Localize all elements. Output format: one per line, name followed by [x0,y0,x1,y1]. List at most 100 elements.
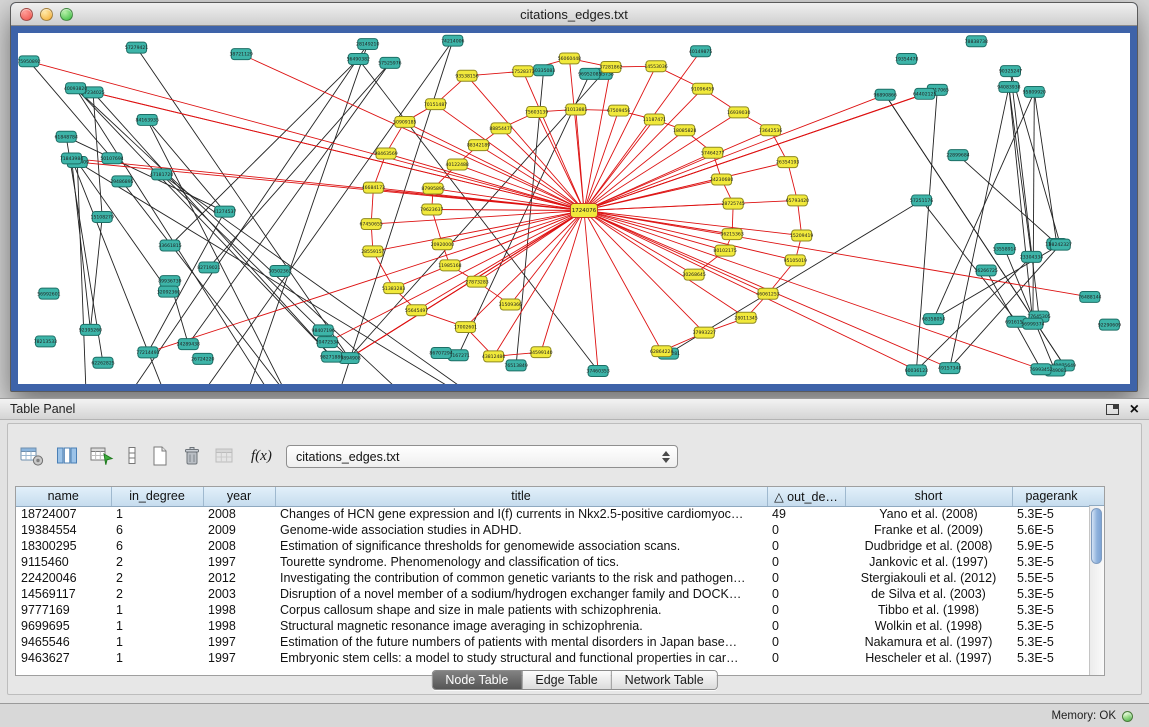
graph-edge[interactable] [916,90,937,371]
column-header-year[interactable]: year [203,487,275,506]
graph-node[interactable]: 30268645 [682,269,705,280]
graph-node[interactable]: 67509456 [607,105,630,116]
graph-edge[interactable] [584,153,713,211]
graph-node[interactable]: 40122488 [446,159,469,170]
cell-short[interactable]: Stergiakouli et al. (2012) [845,570,1012,586]
cell-year[interactable]: 1997 [203,554,275,570]
graph-node[interactable]: 88342189 [467,140,490,151]
table-source-select[interactable]: citations_edges.txt [286,445,678,468]
tab-node-table[interactable]: Node Table [432,671,521,689]
scrollbar-thumb[interactable] [1091,508,1102,564]
graph-node[interactable]: 56992601 [37,288,60,299]
cell-out_degree[interactable]: 49 [767,506,845,522]
graph-node[interactable]: 64402125 [913,88,936,99]
cell-pagerank[interactable]: 5.3E-5 [1012,586,1091,602]
graph-node[interactable]: 70151487 [424,99,447,110]
table-row[interactable]: 977716911998Corpus callosum shape and si… [16,602,1091,618]
cell-pagerank[interactable]: 5.3E-5 [1012,506,1091,522]
zoom-window-button[interactable] [60,8,73,21]
graph-node[interactable]: 98271886 [320,351,343,362]
graph-node[interactable]: 46684173 [362,182,385,193]
graph-node[interactable]: 37281862 [599,62,622,73]
graph-node[interactable]: 94083938 [997,81,1020,92]
minimize-window-button[interactable] [40,8,53,21]
graph-edge[interactable] [584,67,611,210]
table-row[interactable]: 946362711997Embryonic stem cells: a mode… [16,650,1091,666]
edit-table-icon[interactable] [90,445,114,467]
cell-out_degree[interactable]: 0 [767,618,845,634]
cell-year[interactable]: 1997 [203,650,275,666]
graph-node[interactable]: 29486895 [110,176,133,187]
window-titlebar[interactable]: citations_edges.txt [11,3,1137,26]
graph-node[interactable]: 56490382 [347,54,370,65]
graph-node[interactable]: 28011345 [734,312,757,323]
graph-node[interactable]: 96952085 [578,68,601,79]
row-tool-icon[interactable] [126,445,138,467]
cell-name[interactable]: 9115460 [16,554,111,570]
graph-node[interactable]: 75950892 [18,56,41,67]
graph-node[interactable]: 76993452 [1029,364,1052,375]
graph-node[interactable]: 17528373 [511,66,534,77]
graph-node[interactable]: 98407196 [312,325,335,336]
graph-edge[interactable] [432,209,584,210]
graph-node[interactable]: 23304334 [1020,251,1043,262]
new-file-icon[interactable] [150,445,170,467]
graph-edge[interactable] [1009,87,1032,257]
graph-node[interactable]: 11985168 [438,260,461,271]
cell-title[interactable]: Corpus callosum shape and size in male p… [275,602,767,618]
cell-name[interactable]: 22420046 [16,570,111,586]
graph-edge[interactable] [584,210,662,351]
cell-year[interactable]: 1998 [203,618,275,634]
graph-node[interactable]: 98463569 [374,148,397,159]
cell-out_degree[interactable]: 0 [767,570,845,586]
column-header-name[interactable]: name [16,487,111,506]
graph-node[interactable]: 30502363 [268,266,291,277]
graph-node[interactable]: 41274537 [213,206,236,217]
table-row[interactable]: 1938455462009Genome-wide association stu… [16,522,1091,538]
graph-node[interactable]: 16939030 [727,107,750,118]
cell-out_degree[interactable]: 0 [767,602,845,618]
table-row[interactable]: 911546021997Tourette syndrome. Phenomeno… [16,554,1091,570]
graph-node[interactable]: 55645497 [405,305,428,316]
graph-edge[interactable] [1033,92,1034,324]
close-panel-icon[interactable]: × [1130,402,1139,418]
cell-pagerank[interactable]: 5.3E-5 [1012,554,1091,570]
graph-node[interactable]: 37993227 [693,327,716,338]
graph-node[interactable]: 57525976 [378,57,401,68]
graph-node[interactable]: 36215363 [720,229,743,240]
graph-node[interactable]: 49157348 [938,363,961,374]
graph-node[interactable]: 40093820 [64,83,87,94]
graph-node[interactable]: 91096459 [691,83,714,94]
graph-node[interactable]: 74214006 [441,35,464,46]
cell-title[interactable]: Estimation of significance thresholds fo… [275,538,767,554]
graph-node[interactable]: 28559157 [361,246,384,257]
table-row[interactable]: 946554611997Estimation of the future num… [16,634,1091,650]
function-builder-icon[interactable]: f(x) [248,448,275,465]
graph-edge[interactable] [76,88,332,356]
graph-node[interactable]: 22899684 [946,150,969,161]
column-header-title[interactable]: title [275,487,767,506]
cell-short[interactable]: Dudbridge et al. (2008) [845,538,1012,554]
graph-node[interactable]: 27873283 [465,276,488,287]
column-header-pagerank[interactable]: pagerank [1012,487,1091,506]
graph-node[interactable]: 88854477 [489,123,512,134]
graph-edge[interactable] [950,245,1061,369]
graph-node[interactable]: 14553036 [644,61,667,72]
cell-in_degree[interactable]: 6 [111,538,203,554]
graph-node[interactable]: 77214493 [136,347,159,358]
graph-edge[interactable] [584,210,768,293]
cell-short[interactable]: Nakamura et al. (1997) [845,634,1012,650]
graph-edge[interactable] [371,210,584,224]
graph-edge[interactable] [77,162,88,384]
graph-node[interactable]: 86707294 [429,348,452,359]
graph-node[interactable]: 95809920 [1023,86,1046,97]
show-columns-icon[interactable] [56,445,78,467]
graph-node[interactable]: 87995896 [421,183,444,194]
graph-edge[interactable] [584,90,937,211]
graph-node[interactable]: 62864224 [650,346,673,357]
graph-node[interactable]: 50107694 [100,153,123,164]
graph-node[interactable]: 26724220 [191,353,214,364]
network-graph[interactable]: 7595089230502363471817208416393589936739… [18,33,1130,384]
graph-node[interactable]: 76513849 [504,360,527,371]
graph-edge[interactable] [29,61,112,158]
